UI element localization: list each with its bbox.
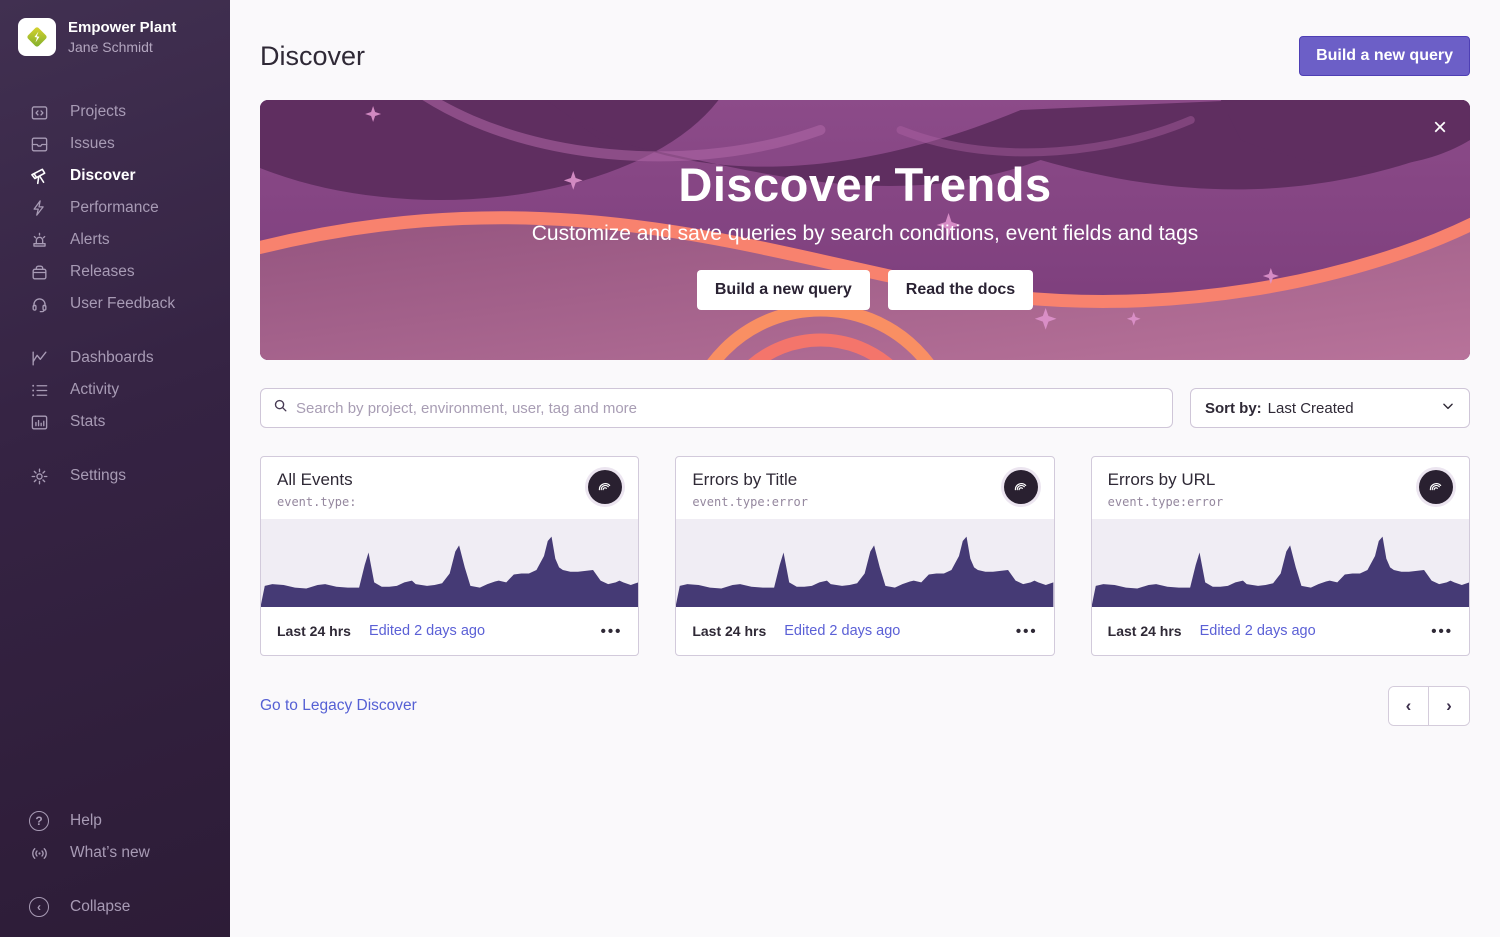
chevron-down-icon bbox=[1441, 399, 1455, 417]
sidebar-item-label: Releases bbox=[70, 263, 135, 281]
sort-label: Sort by: bbox=[1205, 400, 1262, 417]
activity-icon bbox=[28, 379, 50, 401]
sidebar-item-discover[interactable]: Discover bbox=[0, 160, 230, 192]
broadcast-icon bbox=[28, 842, 50, 864]
query-card-errors-by-url[interactable]: Errors by URL event.type:error Last 24 h… bbox=[1091, 456, 1470, 656]
sidebar-item-label: Performance bbox=[70, 199, 159, 217]
pagination: ‹ › bbox=[1388, 686, 1470, 726]
edited-label: Edited 2 days ago bbox=[784, 623, 900, 639]
legacy-discover-link[interactable]: Go to Legacy Discover bbox=[260, 697, 417, 715]
sidebar-item-releases[interactable]: Releases bbox=[0, 256, 230, 288]
sidebar-item-label: Alerts bbox=[70, 231, 110, 249]
empower-plant-logo-icon bbox=[24, 24, 50, 50]
sidebar-item-dashboards[interactable]: Dashboards bbox=[0, 342, 230, 374]
sidebar-item-label: User Feedback bbox=[70, 295, 175, 313]
sidebar-item-label: Settings bbox=[70, 467, 126, 485]
banner-read-docs-button[interactable]: Read the docs bbox=[888, 270, 1033, 310]
sentry-avatar-icon bbox=[588, 470, 622, 504]
settings-icon bbox=[28, 465, 50, 487]
sidebar-item-whats-new[interactable]: What’s new bbox=[0, 837, 230, 869]
org-logo bbox=[18, 18, 56, 56]
card-query: event.type:error bbox=[1108, 495, 1224, 509]
primary-nav: Projects Issues Discover Performance Ale… bbox=[0, 96, 230, 492]
sidebar-item-user-feedback[interactable]: User Feedback bbox=[0, 288, 230, 320]
projects-icon bbox=[28, 101, 50, 123]
user-feedback-icon bbox=[28, 293, 50, 315]
sidebar-item-label: Activity bbox=[70, 381, 119, 399]
discover-trends-banner: × Discover Trends Customize and save que… bbox=[260, 100, 1470, 360]
sidebar-item-collapse[interactable]: ‹ Collapse bbox=[0, 891, 230, 923]
sidebar-item-label: Discover bbox=[70, 167, 135, 185]
page-title: Discover bbox=[260, 41, 365, 72]
card-title: Errors by URL bbox=[1108, 470, 1224, 490]
card-title: Errors by Title bbox=[692, 470, 808, 490]
sidebar-item-performance[interactable]: Performance bbox=[0, 192, 230, 224]
sparkline-chart bbox=[1092, 519, 1469, 607]
org-switcher[interactable]: Empower Plant Jane Schmidt bbox=[0, 0, 230, 74]
banner-subtitle: Customize and save queries by search con… bbox=[532, 222, 1199, 246]
sidebar-item-label: Help bbox=[70, 812, 102, 830]
sidebar-item-label: Stats bbox=[70, 413, 105, 431]
discover-icon bbox=[28, 165, 50, 187]
sidebar-item-projects[interactable]: Projects bbox=[0, 96, 230, 128]
sidebar-item-label: Issues bbox=[70, 135, 115, 153]
edited-label: Edited 2 days ago bbox=[369, 623, 485, 639]
sidebar-item-help[interactable]: ? Help bbox=[0, 805, 230, 837]
sidebar-item-label: Collapse bbox=[70, 898, 130, 916]
user-name: Jane Schmidt bbox=[68, 38, 176, 56]
sentry-avatar-icon bbox=[1004, 470, 1038, 504]
card-title: All Events bbox=[277, 470, 356, 490]
banner-title: Discover Trends bbox=[678, 157, 1051, 212]
query-card-all-events[interactable]: All Events event.type: Last 24 hrs Edite… bbox=[260, 456, 639, 656]
timeframe-label: Last 24 hrs bbox=[277, 623, 351, 639]
sidebar-item-stats[interactable]: Stats bbox=[0, 406, 230, 438]
search-bar bbox=[260, 388, 1173, 428]
card-query: event.type: bbox=[277, 495, 356, 509]
sentry-avatar-icon bbox=[1419, 470, 1453, 504]
sidebar-item-issues[interactable]: Issues bbox=[0, 128, 230, 160]
help-icon: ? bbox=[28, 810, 50, 832]
releases-icon bbox=[28, 261, 50, 283]
timeframe-label: Last 24 hrs bbox=[692, 623, 766, 639]
sidebar-item-settings[interactable]: Settings bbox=[0, 460, 230, 492]
sort-dropdown[interactable]: Sort by: Last Created bbox=[1190, 388, 1470, 428]
org-name: Empower Plant bbox=[68, 18, 176, 38]
sidebar-item-activity[interactable]: Activity bbox=[0, 374, 230, 406]
performance-icon bbox=[28, 197, 50, 219]
sparkline-chart bbox=[676, 519, 1053, 607]
sidebar-footer: ? Help What’s new ‹ Collapse bbox=[0, 805, 230, 937]
stats-icon bbox=[28, 411, 50, 433]
prev-page-button[interactable]: ‹ bbox=[1389, 687, 1429, 725]
sidebar-item-label: Dashboards bbox=[70, 349, 154, 367]
banner-build-query-button[interactable]: Build a new query bbox=[697, 270, 870, 310]
sidebar-item-label: What’s new bbox=[70, 844, 150, 862]
issues-icon bbox=[28, 133, 50, 155]
collapse-icon: ‹ bbox=[28, 896, 50, 918]
search-input[interactable] bbox=[296, 400, 1160, 417]
card-menu-icon[interactable]: ••• bbox=[1016, 623, 1038, 640]
sidebar: Empower Plant Jane Schmidt Projects Issu… bbox=[0, 0, 230, 937]
card-query: event.type:error bbox=[692, 495, 808, 509]
main-content: Discover Build a new query bbox=[230, 0, 1500, 726]
sort-value: Last Created bbox=[1268, 400, 1354, 417]
card-menu-icon[interactable]: ••• bbox=[1431, 623, 1453, 640]
sidebar-item-label: Projects bbox=[70, 103, 126, 121]
next-page-button[interactable]: › bbox=[1429, 687, 1469, 725]
card-menu-icon[interactable]: ••• bbox=[601, 623, 623, 640]
build-new-query-button[interactable]: Build a new query bbox=[1299, 36, 1470, 76]
timeframe-label: Last 24 hrs bbox=[1108, 623, 1182, 639]
search-icon bbox=[273, 398, 288, 418]
sidebar-item-alerts[interactable]: Alerts bbox=[0, 224, 230, 256]
query-card-errors-by-title[interactable]: Errors by Title event.type:error Last 24… bbox=[675, 456, 1054, 656]
dashboards-icon bbox=[28, 347, 50, 369]
edited-label: Edited 2 days ago bbox=[1200, 623, 1316, 639]
alerts-icon bbox=[28, 229, 50, 251]
sparkline-chart bbox=[261, 519, 638, 607]
